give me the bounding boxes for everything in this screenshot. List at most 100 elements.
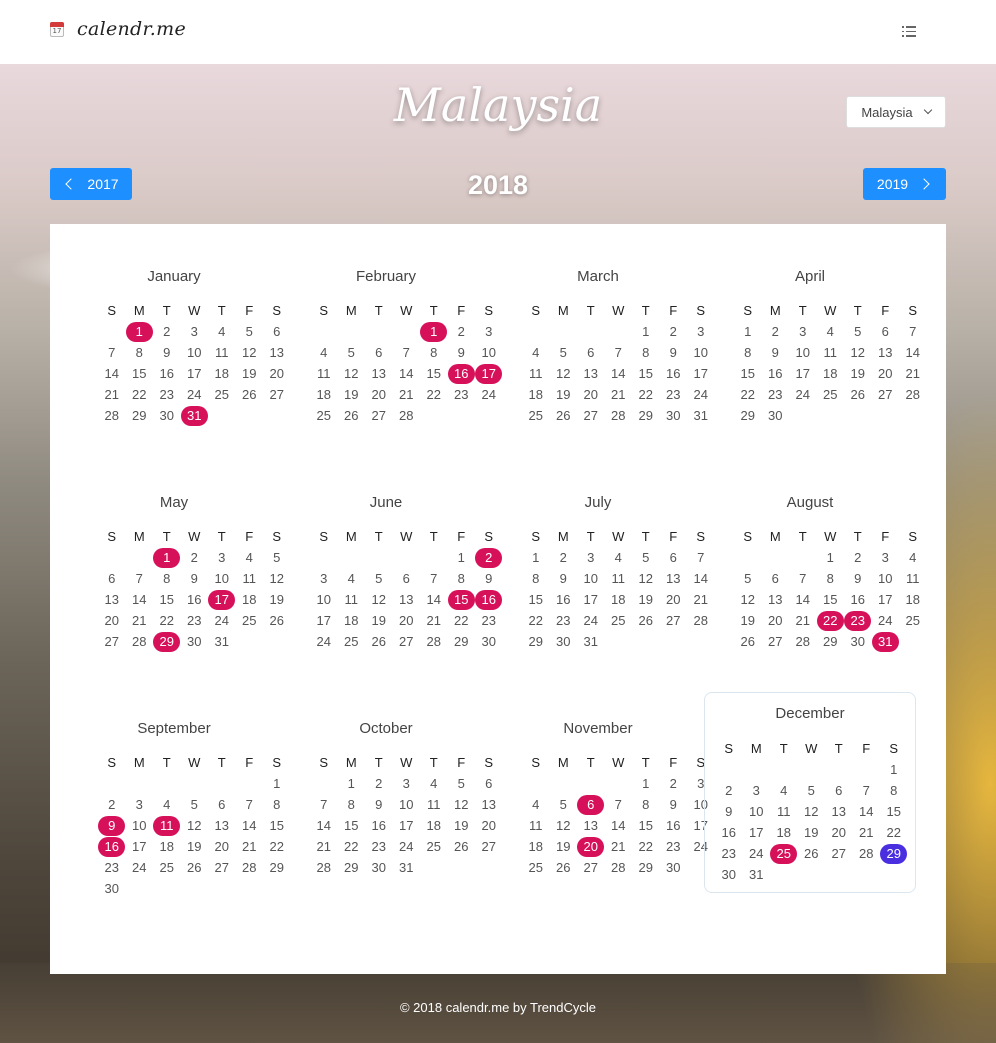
day-cell[interactable]: 19 [844,363,872,384]
day-cell[interactable]: 19 [632,589,660,610]
day-cell[interactable]: 21 [98,384,126,405]
day-cell[interactable]: 5 [338,342,366,363]
day-cell[interactable]: 12 [365,589,393,610]
day-cell[interactable]: 17 [393,815,421,836]
list-icon[interactable] [902,26,916,37]
day-cell[interactable]: 30 [550,631,578,652]
day-cell[interactable]: 10 [310,589,338,610]
day-cell[interactable]: 26 [236,384,264,405]
day-cell[interactable]: 1 [880,759,908,780]
day-cell[interactable]: 28 [393,405,421,426]
day-cell[interactable]: 21 [789,610,817,631]
day-cell[interactable]: 26 [365,631,393,652]
holiday-day-cell[interactable]: 31 [871,631,900,652]
day-cell[interactable]: 1 [817,547,845,568]
day-cell[interactable]: 22 [522,610,550,631]
day-cell[interactable]: 13 [577,815,605,836]
day-cell[interactable]: 5 [734,568,762,589]
day-cell[interactable]: 26 [181,857,209,878]
day-cell[interactable]: 27 [762,631,790,652]
day-cell[interactable]: 20 [577,384,605,405]
day-cell[interactable]: 7 [126,568,154,589]
day-cell[interactable]: 5 [632,547,660,568]
day-cell[interactable]: 11 [522,363,550,384]
day-cell[interactable]: 25 [899,610,927,631]
day-cell[interactable]: 8 [448,568,476,589]
day-cell[interactable]: 12 [448,794,476,815]
day-cell[interactable]: 18 [899,589,927,610]
day-cell[interactable]: 15 [126,363,154,384]
day-cell[interactable]: 28 [126,631,154,652]
day-cell[interactable]: 4 [420,773,448,794]
day-cell[interactable]: 22 [632,384,660,405]
day-cell[interactable]: 18 [817,363,845,384]
day-cell[interactable]: 8 [522,568,550,589]
day-cell[interactable]: 27 [577,857,605,878]
day-cell[interactable]: 9 [660,342,688,363]
day-cell[interactable]: 27 [365,405,393,426]
day-cell[interactable]: 28 [98,405,126,426]
day-cell[interactable]: 3 [126,794,154,815]
day-cell[interactable]: 2 [153,321,181,342]
holiday-day-cell[interactable]: 11 [153,815,181,836]
day-cell[interactable]: 11 [770,801,798,822]
day-cell[interactable]: 9 [181,568,209,589]
day-cell[interactable]: 31 [208,631,236,652]
day-cell[interactable]: 13 [577,363,605,384]
day-cell[interactable]: 15 [632,363,660,384]
day-cell[interactable]: 4 [310,342,338,363]
holiday-day-cell[interactable]: 25 [770,843,798,864]
day-cell[interactable]: 11 [338,589,366,610]
day-cell[interactable]: 29 [632,405,660,426]
day-cell[interactable]: 5 [448,773,476,794]
holiday-day-cell[interactable]: 9 [98,815,126,836]
day-cell[interactable]: 23 [715,843,743,864]
country-select[interactable]: Malaysia [846,96,946,128]
day-cell[interactable]: 11 [817,342,845,363]
holiday-day-cell[interactable]: 15 [447,589,476,610]
day-cell[interactable]: 29 [817,631,845,652]
day-cell[interactable]: 5 [365,568,393,589]
day-cell[interactable]: 15 [632,815,660,836]
day-cell[interactable]: 10 [872,568,900,589]
day-cell[interactable]: 23 [365,836,393,857]
day-cell[interactable]: 6 [762,568,790,589]
day-cell[interactable]: 11 [420,794,448,815]
day-cell[interactable]: 23 [98,857,126,878]
day-cell[interactable]: 7 [789,568,817,589]
day-cell[interactable]: 6 [872,321,900,342]
day-cell[interactable]: 24 [126,857,154,878]
day-cell[interactable]: 30 [365,857,393,878]
day-cell[interactable]: 19 [734,610,762,631]
day-cell[interactable]: 28 [789,631,817,652]
day-cell[interactable]: 8 [153,568,181,589]
day-cell[interactable]: 5 [181,794,209,815]
day-cell[interactable]: 8 [632,794,660,815]
day-cell[interactable]: 10 [743,801,771,822]
day-cell[interactable]: 7 [605,342,633,363]
day-cell[interactable]: 13 [98,589,126,610]
day-cell[interactable]: 11 [522,815,550,836]
day-cell[interactable]: 18 [522,836,550,857]
day-cell[interactable]: 13 [660,568,688,589]
day-cell[interactable]: 13 [762,589,790,610]
day-cell[interactable]: 24 [181,384,209,405]
day-cell[interactable]: 7 [899,321,927,342]
holiday-day-cell[interactable]: 1 [420,321,448,342]
day-cell[interactable]: 31 [393,857,421,878]
day-cell[interactable]: 11 [899,568,927,589]
day-cell[interactable]: 25 [338,631,366,652]
day-cell[interactable]: 12 [338,363,366,384]
day-cell[interactable]: 8 [632,342,660,363]
day-cell[interactable]: 26 [734,631,762,652]
day-cell[interactable]: 4 [770,780,798,801]
day-cell[interactable]: 2 [715,780,743,801]
day-cell[interactable]: 25 [522,857,550,878]
day-cell[interactable]: 19 [550,836,578,857]
day-cell[interactable]: 30 [660,405,688,426]
day-cell[interactable]: 3 [208,547,236,568]
day-cell[interactable]: 20 [825,822,853,843]
day-cell[interactable]: 2 [365,773,393,794]
day-cell[interactable]: 10 [126,815,154,836]
day-cell[interactable]: 30 [715,864,743,885]
